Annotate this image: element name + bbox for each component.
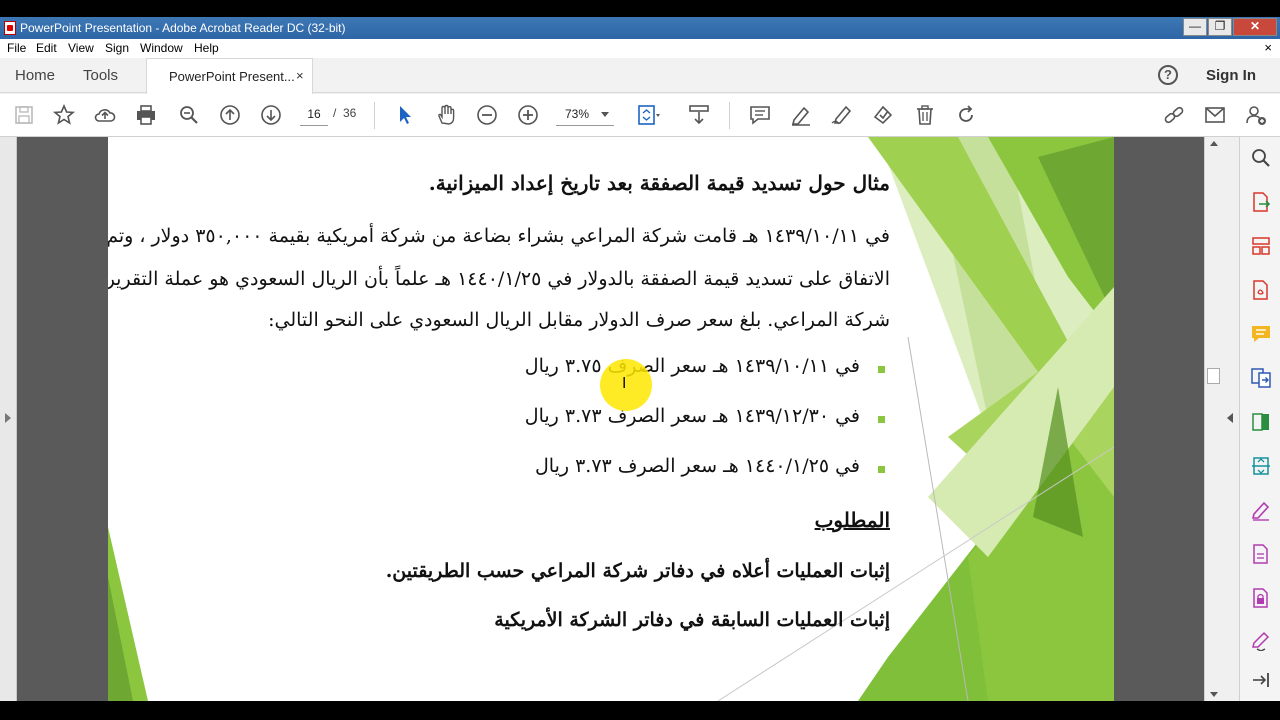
bullet-square-icon xyxy=(878,416,885,423)
window-title: PowerPoint Presentation - Adobe Acrobat … xyxy=(20,21,346,35)
zoom-level-select[interactable]: 73% xyxy=(556,102,614,126)
left-panel-toggle[interactable] xyxy=(0,137,17,701)
edit-pdf-icon[interactable] xyxy=(1250,543,1272,565)
bookmark-star-icon[interactable] xyxy=(52,103,76,127)
bullet-item: في ١٤٤٠/١/٢٥ هـ سعر الصرف ٣.٧٣ ريال xyxy=(534,455,860,477)
draw-icon[interactable] xyxy=(830,103,854,127)
protect-icon[interactable] xyxy=(1250,587,1272,609)
paragraph-line-3: شركة المراعي. بلغ سعر صرف الدولار مقابل … xyxy=(268,309,890,331)
screen-top-border xyxy=(0,0,1280,17)
menu-sign[interactable]: Sign xyxy=(105,41,129,55)
paragraph-line-2: الاتفاق على تسديد قيمة الصفقة بالدولار ف… xyxy=(108,268,890,290)
export-pdf-icon[interactable] xyxy=(1250,191,1272,213)
tab-bar: Home Tools PowerPoint Present... × ? Sig… xyxy=(0,58,1280,94)
print-icon[interactable] xyxy=(134,103,158,127)
scroll-down-icon[interactable] xyxy=(1210,692,1218,697)
zoom-search-icon[interactable] xyxy=(177,103,201,127)
toolbar-divider xyxy=(374,102,375,129)
zoom-out-icon[interactable] xyxy=(475,103,499,127)
organize-pages-icon[interactable] xyxy=(1250,235,1272,257)
zoom-in-icon[interactable] xyxy=(516,103,540,127)
highlight-pen-icon[interactable] xyxy=(789,103,813,127)
rotate-icon[interactable] xyxy=(954,103,978,127)
title-bar: PowerPoint Presentation - Adobe Acrobat … xyxy=(0,17,1280,39)
pdf-page: مثال حول تسديد قيمة الصفقة بعد تاريخ إعد… xyxy=(108,137,1114,701)
scrollbar-thumb[interactable] xyxy=(1207,368,1220,384)
close-tab-icon[interactable]: × xyxy=(296,68,304,83)
email-icon[interactable] xyxy=(1203,103,1227,127)
chevron-down-icon xyxy=(601,112,609,117)
tools-pane xyxy=(1239,137,1280,701)
sign-in-button[interactable]: Sign In xyxy=(1206,67,1256,84)
tab-document-label: PowerPoint Present... xyxy=(169,69,295,84)
example-heading: مثال حول تسديد قيمة الصفقة بعد تاريخ إعد… xyxy=(428,171,890,195)
total-pages: 36 xyxy=(343,106,357,120)
collapse-pane-icon[interactable] xyxy=(1250,669,1272,691)
document-viewport[interactable]: مثال حول تسديد قيمة الصفقة بعد تاريخ إعد… xyxy=(0,137,1222,701)
minimize-button[interactable]: — xyxy=(1183,18,1207,36)
page-up-icon[interactable] xyxy=(218,103,242,127)
delete-icon[interactable] xyxy=(913,103,937,127)
menu-bar: File Edit View Sign Window Help × xyxy=(0,39,1280,58)
vertical-scrollbar[interactable] xyxy=(1204,137,1222,701)
expand-left-panel-icon[interactable] xyxy=(5,413,11,423)
maximize-button[interactable]: ❐ xyxy=(1208,18,1232,36)
collapse-right-pane-icon[interactable] xyxy=(1227,413,1233,423)
tab-home[interactable]: Home xyxy=(15,67,55,84)
bullet-square-icon xyxy=(878,466,885,473)
menu-view[interactable]: View xyxy=(68,41,94,55)
current-page-input[interactable]: 16 xyxy=(300,102,328,126)
stamp-icon[interactable] xyxy=(871,103,895,127)
task-line-2: إثبات العمليات السابقة في دفاتر الشركة ا… xyxy=(494,609,890,631)
close-window-button[interactable]: ✕ xyxy=(1233,18,1277,36)
acrobat-app-icon xyxy=(4,21,16,35)
enhance-scan-icon[interactable] xyxy=(1250,455,1272,477)
screen-bottom-border xyxy=(0,701,1280,720)
link-icon[interactable] xyxy=(1162,103,1186,127)
menu-edit[interactable]: Edit xyxy=(36,41,57,55)
fit-page-icon[interactable] xyxy=(636,103,660,127)
menu-help[interactable]: Help xyxy=(194,41,219,55)
tab-tools[interactable]: Tools xyxy=(83,67,118,84)
zoom-tool-icon[interactable] xyxy=(1250,147,1272,169)
add-user-icon[interactable] xyxy=(1244,103,1268,127)
hand-tool-icon[interactable] xyxy=(434,103,458,127)
menu-file[interactable]: File xyxy=(7,41,26,55)
fill-sign-icon[interactable] xyxy=(1250,499,1272,521)
compress-pdf-icon[interactable] xyxy=(1250,411,1272,433)
save-icon[interactable] xyxy=(12,103,36,127)
upload-cloud-icon[interactable] xyxy=(93,103,117,127)
more-tools-icon[interactable] xyxy=(1250,629,1272,651)
scroll-up-icon[interactable] xyxy=(1210,141,1218,146)
bullet-square-icon xyxy=(878,366,885,373)
comment-tool-icon[interactable] xyxy=(1250,323,1272,345)
page-separator: / xyxy=(333,106,337,120)
page-down-icon[interactable] xyxy=(259,103,283,127)
combine-files-icon[interactable] xyxy=(1250,367,1272,389)
bullet-item: في ١٤٣٩/١٠/١١ هـ سعر الصرف ٣.٧٥ ريال xyxy=(524,355,860,377)
help-icon[interactable]: ? xyxy=(1158,65,1178,85)
paragraph-line-1: في ١٤٣٩/١٠/١١ هـ قامت شركة المراعي بشراء… xyxy=(108,225,890,247)
required-heading: المطلوب xyxy=(814,508,890,532)
right-pane-toggle[interactable] xyxy=(1222,137,1239,701)
menu-window[interactable]: Window xyxy=(140,41,183,55)
toolbar-divider xyxy=(729,102,730,129)
scroll-mode-icon[interactable] xyxy=(687,103,711,127)
tab-document[interactable]: PowerPoint Present... × xyxy=(146,58,313,94)
comment-icon[interactable] xyxy=(748,103,772,127)
close-document-button[interactable]: × xyxy=(1264,40,1272,55)
acrobat-window: PowerPoint Presentation - Adobe Acrobat … xyxy=(0,0,1280,720)
bullet-item: في ١٤٣٩/١٢/٣٠ هـ سعر الصرف ٣.٧٣ ريال xyxy=(524,405,860,427)
create-pdf-icon[interactable] xyxy=(1250,279,1272,301)
main-toolbar: 16 / 36 73% xyxy=(0,94,1280,137)
select-arrow-icon[interactable] xyxy=(393,103,417,127)
zoom-level-value: 73% xyxy=(565,107,590,121)
task-line-1: إثبات العمليات أعلاه في دفاتر شركة المرا… xyxy=(385,560,890,582)
text-cursor-icon: I xyxy=(622,374,627,392)
